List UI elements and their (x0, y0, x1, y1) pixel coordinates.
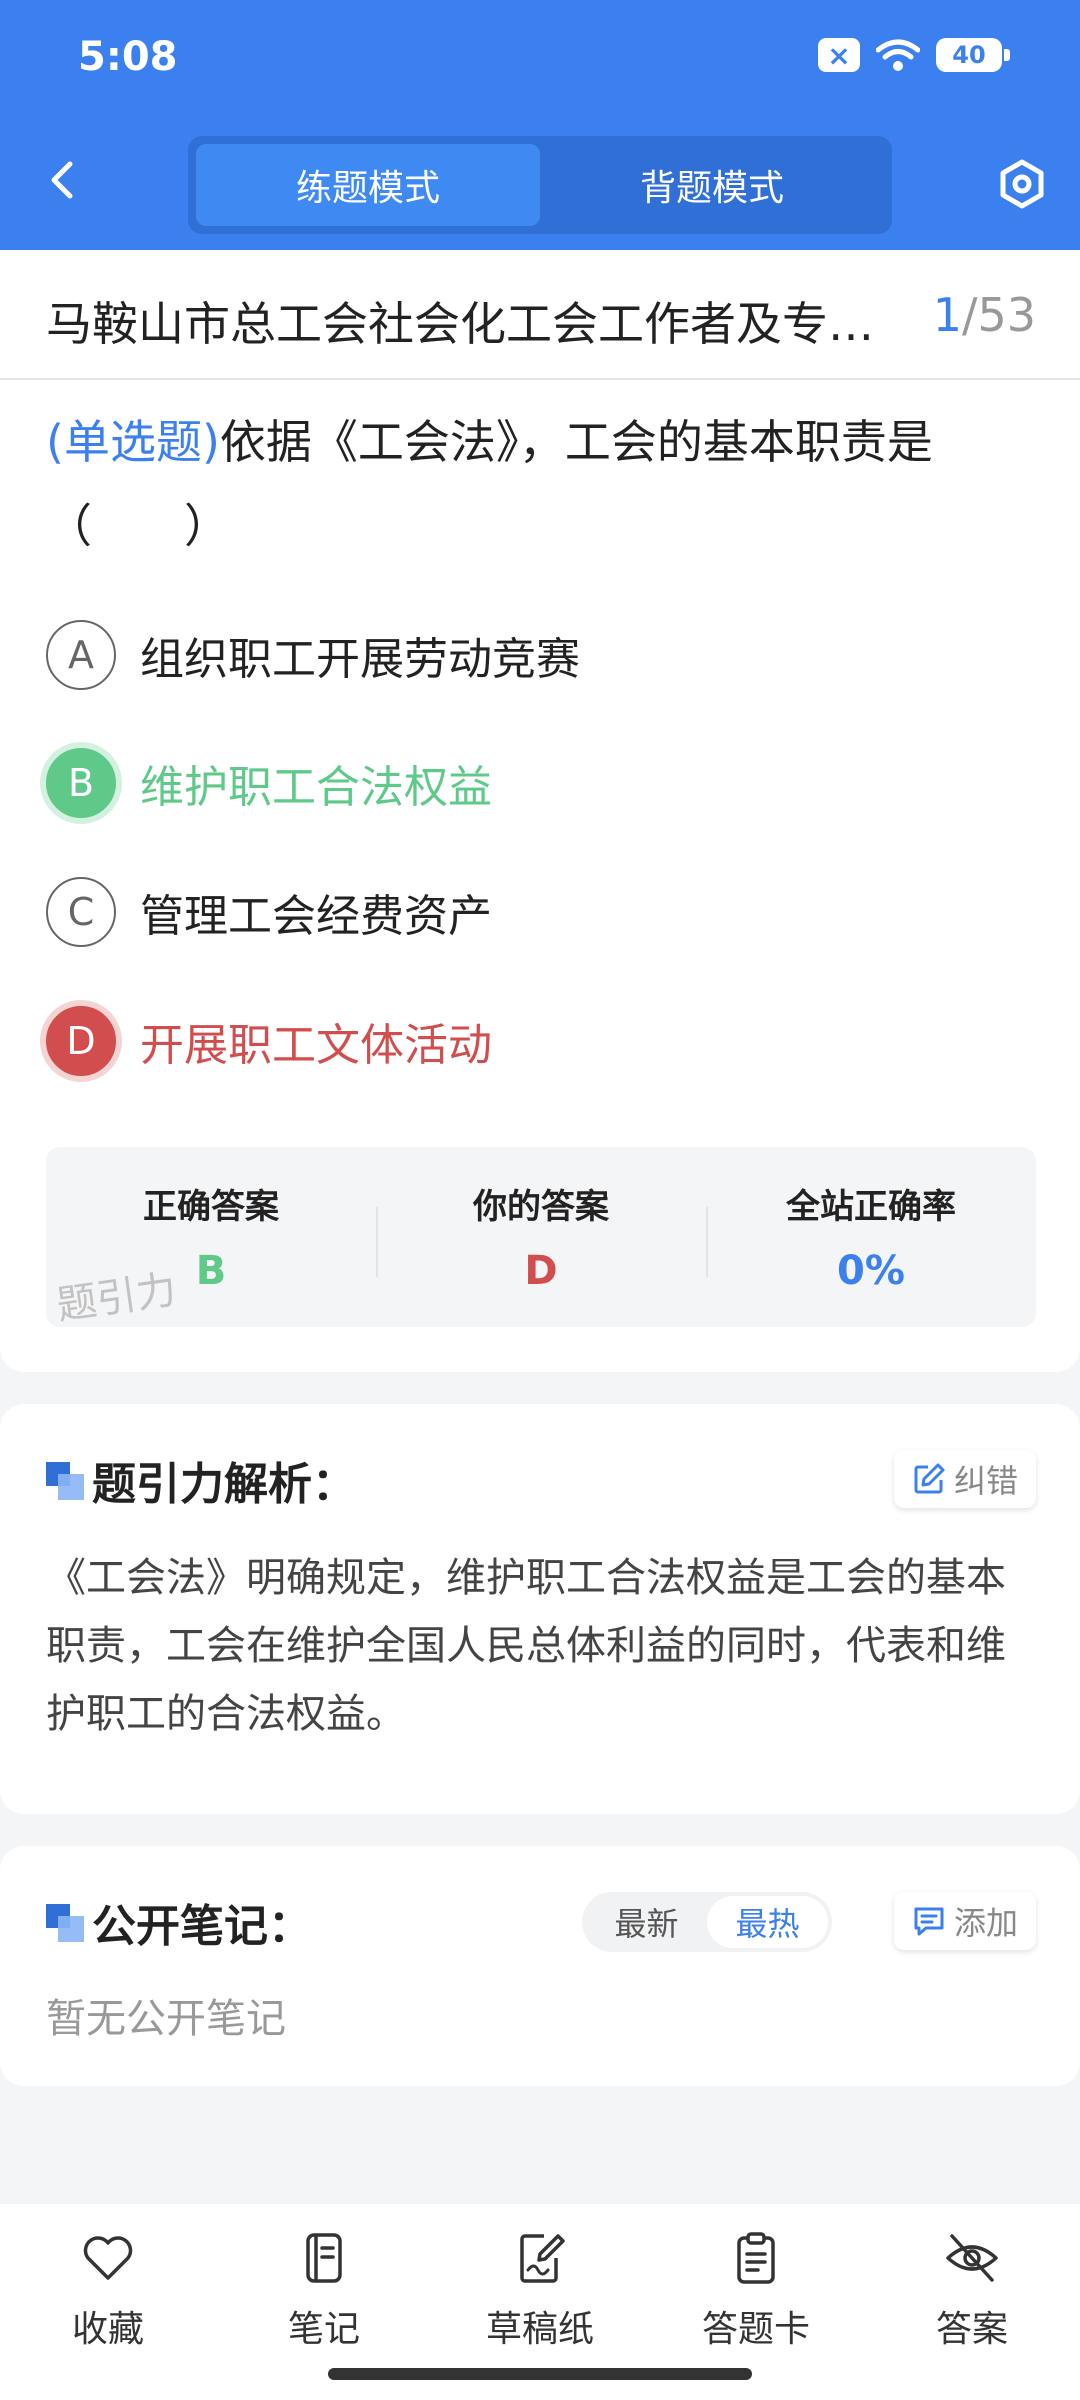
notebook-icon (306, 2233, 342, 2283)
tab-practice-mode[interactable]: 练题模式 (196, 144, 540, 226)
stat-label: 正确答案 (143, 1187, 279, 1227)
question-counter: 1/53 (933, 288, 1036, 342)
toolbar-answer[interactable]: 答案 (864, 2204, 1080, 2400)
stat-label: 全站正确率 (786, 1187, 956, 1227)
draft-icon (520, 2234, 565, 2283)
notes-sort-toggle: 最新 最热 (582, 1892, 832, 1952)
analysis-title: 题引力解析： (92, 1459, 356, 1510)
status-time: 5:08 (78, 34, 178, 80)
stat-correct-answer: 正确答案 B 题引力 (46, 1147, 376, 1329)
comment-icon (914, 1907, 944, 1936)
option-letter: B (46, 748, 116, 818)
current-question-number: 1 (932, 288, 962, 342)
add-note-button[interactable]: 添加 (893, 1892, 1036, 1950)
battery-icon: 40 (936, 38, 1010, 72)
option-b[interactable]: B 维护职工合法权益 (46, 748, 492, 818)
report-error-button[interactable]: 纠错 (893, 1450, 1036, 1508)
sort-hottest[interactable]: 最热 (707, 1896, 828, 1948)
option-a[interactable]: A 组织职工开展劳动竞赛 (46, 620, 580, 690)
top-header: 5:08 × 40 练题模式 背题模式 (0, 0, 1080, 250)
answer-stats: 正确答案 B 题引力 你的答案 D 全站正确率 0% (46, 1147, 1036, 1329)
option-text: 维护职工合法权益 (140, 762, 492, 813)
stat-accuracy-rate: 全站正确率 0% (706, 1147, 1036, 1327)
question-card: (单选题)依据《工会法》，工会的基本职责是（ ） A 组织职工开展劳动竞赛 B … (0, 380, 1080, 1372)
total-questions: /53 (961, 288, 1036, 342)
notification-x-icon: × (818, 38, 860, 72)
report-error-label: 纠错 (953, 1462, 1018, 1500)
toolbar-favorite[interactable]: 收藏 (0, 2204, 216, 2400)
stat-value: 0% (837, 1248, 905, 1294)
toolbar-label: 收藏 (71, 2309, 144, 2350)
section-square-icon (46, 1462, 84, 1500)
wifi-icon (876, 39, 920, 71)
sort-latest[interactable]: 最新 (586, 1896, 707, 1948)
analysis-text: 《工会法》明确规定，维护职工合法权益是工会的基本职责，工会在维护全国人民总体利益… (46, 1555, 1006, 1737)
option-letter: A (46, 620, 116, 690)
option-text: 开展职工文体活动 (140, 1020, 492, 1071)
stat-value: D (524, 1248, 558, 1294)
home-indicator (328, 2368, 752, 2380)
heart-icon (83, 2236, 133, 2280)
option-text: 管理工会经费资产 (140, 891, 492, 942)
status-icons: × 40 (818, 38, 1010, 72)
question-type: (单选题) (46, 415, 220, 469)
toolbar-label: 答案 (935, 2309, 1008, 2350)
battery-level: 40 (952, 41, 986, 69)
stat-your-answer: 你的答案 D (376, 1147, 706, 1327)
toolbar-label: 笔记 (287, 2309, 360, 2350)
toolbar-label: 草稿纸 (485, 2309, 594, 2350)
back-arrow-icon[interactable] (44, 160, 84, 200)
option-c[interactable]: C 管理工会经费资产 (46, 877, 492, 947)
option-letter: C (46, 877, 116, 947)
tab-memorize-mode[interactable]: 背题模式 (540, 144, 884, 226)
analysis-card: 题引力解析： 纠错 《工会法》明确规定，维护职工合法权益是工会的基本职责，工会在… (0, 1404, 1080, 1814)
exam-title: 马鞍山市总工会社会化工会工作者及专… (46, 297, 874, 351)
notes-card: 公开笔记： 最新 最热 添加 暂无公开笔记 (0, 1846, 1080, 2086)
settings-hexagon-icon[interactable] (996, 158, 1048, 210)
empty-notes-text: 暂无公开笔记 (46, 1996, 286, 2042)
stat-label: 你的答案 (473, 1187, 609, 1227)
clipboard-icon (737, 2232, 775, 2284)
section-square-icon (46, 1904, 84, 1942)
question-text: (单选题)依据《工会法》，工会的基本职责是（ ） (46, 400, 1036, 568)
option-d[interactable]: D 开展职工文体活动 (46, 1006, 492, 1076)
notes-title: 公开笔记： (92, 1901, 312, 1952)
option-text: 组织职工开展劳动竞赛 (140, 634, 580, 685)
toolbar-label: 答题卡 (701, 2309, 810, 2350)
exam-title-row: 马鞍山市总工会社会化工会工作者及专… 1/53 (0, 250, 1080, 380)
add-note-label: 添加 (953, 1904, 1018, 1942)
mode-switcher: 练题模式 背题模式 (188, 136, 892, 234)
eye-off-icon (946, 2234, 998, 2282)
edit-icon (914, 1463, 945, 1494)
option-letter: D (46, 1006, 116, 1076)
